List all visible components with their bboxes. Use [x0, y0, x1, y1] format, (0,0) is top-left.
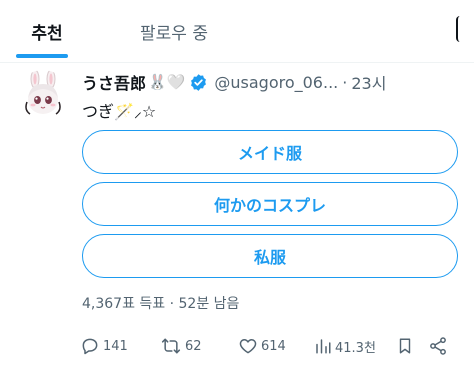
- repost-button[interactable]: 62: [160, 332, 202, 360]
- tab-recommended[interactable]: 추천: [0, 0, 94, 62]
- poll-option-3-label: 私服: [253, 248, 286, 267]
- tweet-actions: 141 62 614 41.3천: [80, 332, 460, 360]
- views-icon: [316, 339, 331, 354]
- like-icon: [239, 339, 257, 354]
- share-button[interactable]: [428, 332, 448, 360]
- poll-option-3[interactable]: 私服: [82, 234, 458, 278]
- active-tab-indicator: [16, 54, 68, 58]
- reply-icon: [82, 338, 98, 355]
- name-emojis: 🐰🤍: [148, 73, 186, 91]
- repost-count: 62: [185, 338, 202, 354]
- like-count: 614: [261, 338, 286, 354]
- author-name[interactable]: うさ吾郎: [82, 70, 146, 94]
- tab-following-label: 팔로우 중: [140, 23, 208, 44]
- bookmark-button[interactable]: [396, 332, 414, 360]
- verified-badge-icon[interactable]: [189, 73, 208, 92]
- share-icon: [430, 337, 446, 355]
- like-button[interactable]: 614: [238, 332, 286, 360]
- partial-edge-icon: [456, 16, 474, 42]
- reply-button[interactable]: 141: [80, 332, 128, 360]
- avatar-image: [18, 70, 68, 120]
- timeline-tabs: 추천 팔로우 중: [0, 0, 474, 62]
- poll-option-1-label: メイド服: [237, 144, 302, 163]
- bookmark-icon: [399, 338, 411, 354]
- tweet-header: うさ吾郎 🐰🤍 @usagoro_06... · 23시: [82, 70, 474, 94]
- reply-count: 141: [103, 338, 128, 354]
- tab-recommended-label: 추천: [31, 23, 63, 44]
- poll-meta: 4,367표 득표 · 52분 남음: [82, 296, 240, 312]
- tweet-text: つぎ🪄⸝☆: [82, 102, 157, 121]
- author-handle[interactable]: @usagoro_06...: [214, 73, 338, 92]
- poll-option-1[interactable]: メイド服: [82, 130, 458, 174]
- repost-icon: [161, 338, 181, 354]
- header-separator: ·: [342, 72, 348, 92]
- poll-option-2[interactable]: 何かのコスプレ: [82, 182, 458, 226]
- poll-option-2-label: 何かのコスプレ: [213, 196, 326, 215]
- views-button[interactable]: 41.3천: [314, 332, 376, 360]
- tab-following[interactable]: 팔로우 중: [94, 0, 254, 62]
- avatar[interactable]: [18, 70, 68, 120]
- tabs-divider: [0, 62, 474, 63]
- views-count: 41.3천: [335, 340, 376, 356]
- tweet-time[interactable]: 23시: [351, 70, 386, 94]
